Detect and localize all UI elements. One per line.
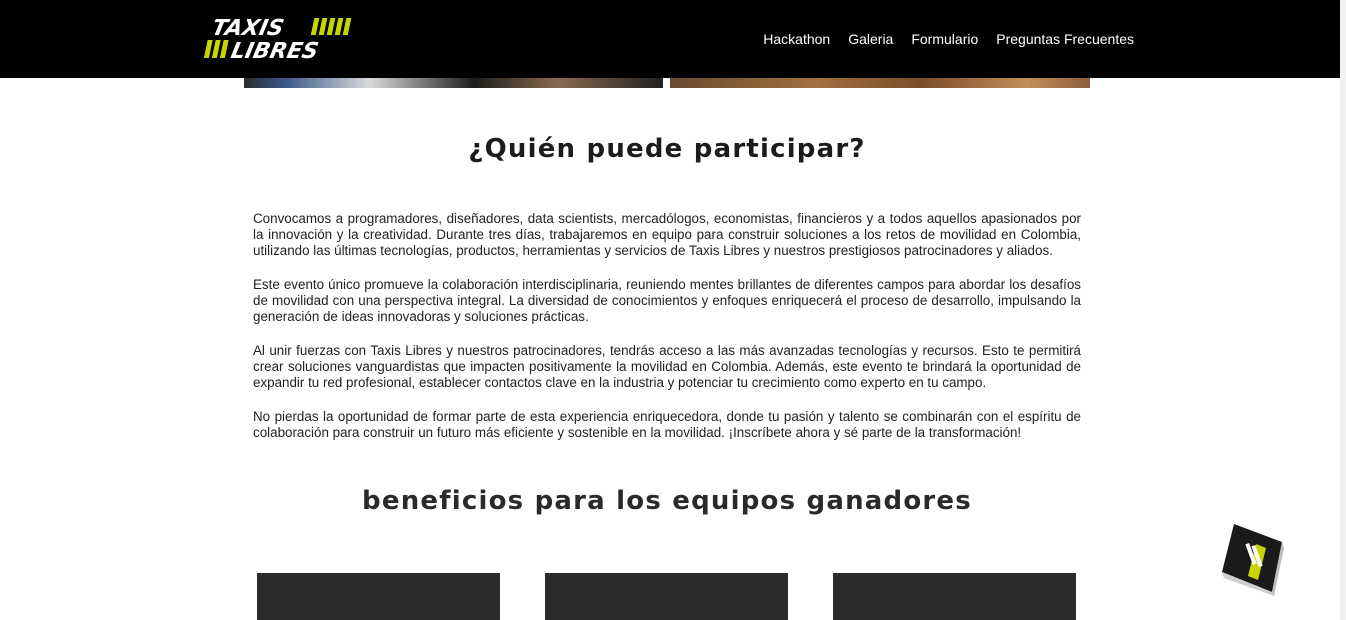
nav-formulario[interactable]: Formulario — [911, 30, 978, 48]
logo-line1: TAXIS — [209, 15, 286, 41]
participar-paragraph-2: Este evento único promueve la colaboraci… — [253, 277, 1081, 324]
gallery-photo-left — [244, 78, 663, 88]
nav-preguntas-frecuentes[interactable]: Preguntas Frecuentes — [996, 30, 1134, 48]
benefit-card-2 — [545, 573, 788, 620]
gallery-photo-right — [670, 78, 1090, 88]
participar-content: Convocamos a programadores, diseñadores,… — [253, 211, 1081, 459]
logo-line2: LIBRES — [229, 38, 321, 61]
site-header: TAXIS LIBRES Hackathon Galeria Formulari… — [0, 0, 1340, 78]
benefit-card-1 — [257, 573, 500, 620]
page-scrollbar[interactable] — [1340, 0, 1346, 620]
section-title-beneficios: beneficios para los equipos ganadores — [362, 486, 972, 516]
participar-paragraph-1: Convocamos a programadores, diseñadores,… — [253, 211, 1081, 258]
main-nav: Hackathon Galeria Formulario Preguntas F… — [763, 30, 1134, 48]
nav-galeria[interactable]: Galeria — [848, 30, 893, 48]
participar-paragraph-4: No pierdas la oportunidad de formar part… — [253, 409, 1081, 440]
section-title-participar: ¿Quién puede participar? — [468, 134, 866, 164]
benefit-card-3 — [833, 573, 1076, 620]
taxis-libres-cube-icon[interactable] — [1220, 522, 1284, 596]
taxis-libres-logo[interactable]: TAXIS LIBRES — [203, 15, 355, 61]
nav-hackathon[interactable]: Hackathon — [763, 30, 830, 48]
participar-paragraph-3: Al unir fuerzas con Taxis Libres y nuest… — [253, 343, 1081, 390]
